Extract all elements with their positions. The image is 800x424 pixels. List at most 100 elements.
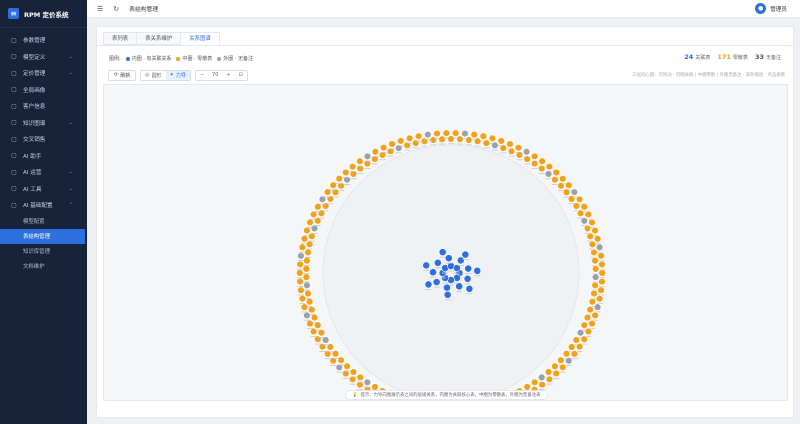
middle-node[interactable]: [595, 295, 604, 304]
middle-node[interactable]: [570, 350, 579, 360]
middle-node[interactable]: [523, 155, 531, 165]
middle-node[interactable]: [598, 277, 606, 287]
middle-node[interactable]: [482, 139, 490, 149]
outer-node[interactable]: [591, 273, 600, 283]
middle-node[interactable]: [586, 232, 594, 242]
middle-node[interactable]: [300, 303, 309, 313]
sidebar-item[interactable]: ▢ AI 助手: [0, 148, 87, 165]
sidebar-item[interactable]: ▢ 知识图谱 ⌄: [0, 115, 87, 132]
sidebar-subitem[interactable]: 模型配置: [0, 214, 87, 229]
outer-node[interactable]: [544, 170, 553, 180]
middle-node[interactable]: [598, 269, 606, 279]
chevron-down-icon: ⌄: [68, 169, 73, 176]
middle-node[interactable]: [583, 224, 592, 234]
middle-node[interactable]: [308, 232, 316, 242]
sidebar-item[interactable]: ▢ 参数管理: [0, 32, 87, 49]
zoom-in-button[interactable]: +: [222, 72, 234, 78]
zoom-value: 70: [212, 72, 219, 78]
outer-node[interactable]: [580, 217, 588, 226]
middle-node[interactable]: [356, 381, 364, 390]
sidebar-subitem[interactable]: 文档维护: [0, 259, 87, 274]
outer-node[interactable]: [491, 141, 499, 151]
sidebar-subitem[interactable]: 知识库管理: [0, 244, 87, 259]
middle-node[interactable]: [298, 295, 307, 304]
sidebar-item[interactable]: ▢ 定价管理 ⌄: [0, 65, 87, 82]
sidebar-item[interactable]: ▢ 全局画像: [0, 82, 87, 99]
menu-toggle-icon[interactable]: ☰: [97, 5, 103, 13]
middle-node[interactable]: [456, 135, 464, 145]
middle-node[interactable]: [296, 260, 304, 270]
middle-node[interactable]: [465, 136, 473, 146]
middle-node[interactable]: [429, 136, 437, 146]
sidebar-item[interactable]: ▢ AI 基础配置 ⌃: [0, 197, 87, 214]
middle-node[interactable]: [473, 137, 482, 147]
middle-node[interactable]: [515, 151, 524, 161]
middle-node[interactable]: [296, 277, 304, 287]
middle-node[interactable]: [557, 182, 565, 192]
tab[interactable]: 表列表: [103, 32, 138, 45]
tab[interactable]: 关系图谱: [180, 32, 220, 45]
middle-node[interactable]: [588, 240, 597, 250]
fit-view-icon[interactable]: ⊡: [235, 72, 247, 78]
middle-node[interactable]: [306, 319, 314, 329]
middle-node[interactable]: [597, 286, 605, 296]
middle-node[interactable]: [296, 269, 304, 279]
middle-node[interactable]: [590, 248, 598, 258]
middle-node[interactable]: [591, 265, 600, 275]
middle-node[interactable]: [538, 164, 546, 174]
middle-node[interactable]: [447, 135, 455, 145]
middle-node[interactable]: [305, 240, 314, 250]
middle-node[interactable]: [309, 327, 318, 337]
tab[interactable]: 表关系维护: [136, 32, 182, 45]
middle-node[interactable]: [575, 343, 584, 352]
outer-node[interactable]: [310, 224, 319, 234]
middle-node[interactable]: [567, 195, 576, 205]
middle-node[interactable]: [304, 248, 312, 258]
middle-node[interactable]: [499, 144, 507, 154]
outer-node[interactable]: [593, 303, 602, 313]
middle-node[interactable]: [314, 217, 322, 226]
middle-node[interactable]: [576, 209, 585, 219]
layout-circle-button[interactable]: ◎ 圆形: [141, 71, 165, 80]
middle-node[interactable]: [591, 256, 599, 266]
sidebar-item[interactable]: ▢ 客户信息: [0, 98, 87, 115]
middle-node[interactable]: [371, 155, 379, 165]
middle-node[interactable]: [551, 176, 559, 185]
middle-node[interactable]: [552, 369, 560, 379]
middle-node[interactable]: [297, 286, 305, 296]
graph-svg[interactable]: [104, 85, 788, 401]
middle-node[interactable]: [562, 188, 571, 198]
middle-node[interactable]: [580, 335, 588, 345]
middle-node[interactable]: [303, 256, 311, 266]
outer-node[interactable]: [565, 357, 573, 366]
outer-node[interactable]: [303, 311, 311, 321]
sidebar-subitem[interactable]: 表结构管理: [0, 228, 85, 244]
zoom-out-button[interactable]: −: [196, 72, 208, 78]
middle-node[interactable]: [363, 159, 372, 169]
sidebar-item[interactable]: ▢ 交叉销售: [0, 131, 87, 148]
middle-node[interactable]: [598, 260, 606, 270]
sidebar-item[interactable]: ▢ 模型定义 ⌄: [0, 49, 87, 66]
middle-node[interactable]: [356, 164, 364, 174]
sidebar-item[interactable]: ▢ AI 工具 ⌄: [0, 181, 87, 198]
refresh-icon[interactable]: ↻: [113, 5, 119, 13]
app-logo[interactable]: ≡ RPM 定价系统: [0, 0, 87, 28]
middle-node[interactable]: [302, 273, 311, 283]
sidebar-item[interactable]: ▢ AI 运营 ⌄: [0, 164, 87, 181]
middle-node[interactable]: [438, 135, 446, 145]
middle-node[interactable]: [302, 265, 311, 275]
middle-node[interactable]: [314, 335, 322, 345]
user-menu[interactable]: ● 管理员: [755, 3, 787, 14]
relationship-graph[interactable]: [103, 84, 788, 401]
middle-node[interactable]: [538, 381, 546, 390]
middle-node[interactable]: [572, 202, 581, 212]
layout-force-button[interactable]: ✦ 力导: [165, 70, 190, 80]
middle-node[interactable]: [591, 311, 599, 321]
middle-node[interactable]: [588, 319, 596, 329]
middle-node[interactable]: [584, 327, 593, 337]
middle-node[interactable]: [545, 375, 554, 385]
middle-node[interactable]: [559, 363, 567, 373]
middle-node[interactable]: [507, 147, 516, 157]
middle-node[interactable]: [530, 159, 539, 169]
refresh-button[interactable]: ⟳ 刷新: [108, 69, 137, 81]
